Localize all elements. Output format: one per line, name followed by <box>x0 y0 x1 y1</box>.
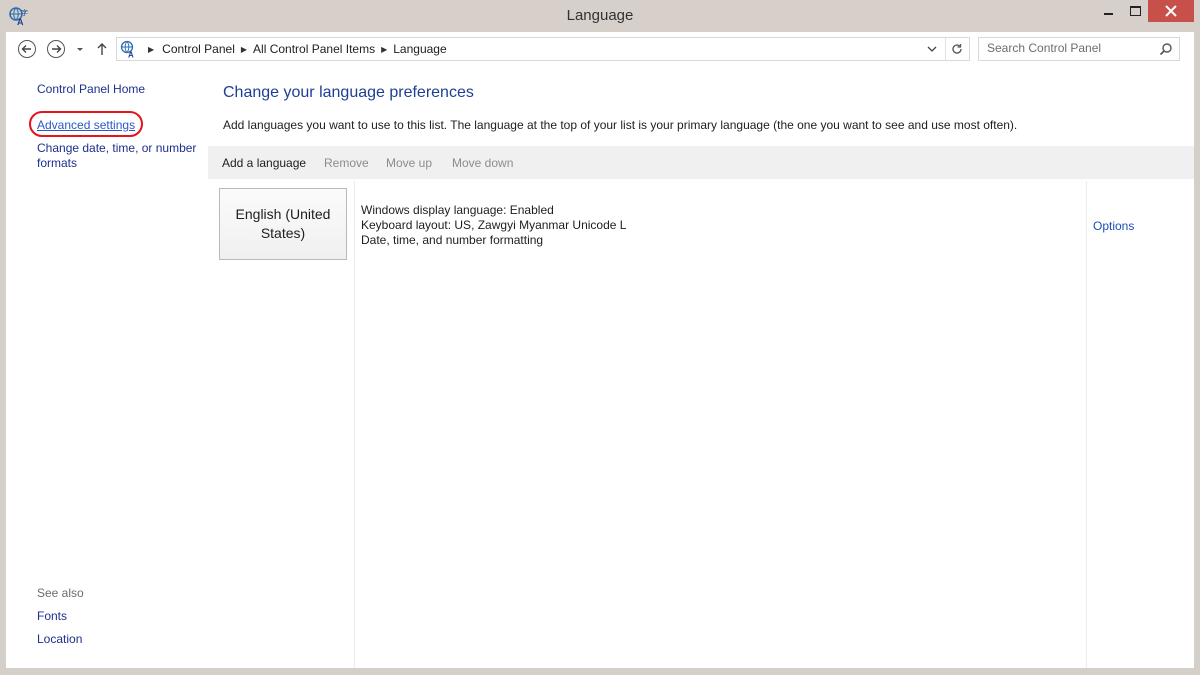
language-app-icon: A 字 <box>9 7 28 26</box>
main-content: Change your language preferences Add lan… <box>208 66 1194 668</box>
close-button[interactable] <box>1148 0 1194 22</box>
refresh-icon <box>952 44 962 54</box>
page-description: Add languages you want to use to this li… <box>223 118 1018 132</box>
forward-arrow-icon <box>47 40 65 58</box>
see-also-label: See also <box>37 586 84 600</box>
change-date-time-link[interactable]: Change date, time, or number formats <box>37 141 205 171</box>
language-name: English (United States) <box>236 205 331 243</box>
breadcrumb: ▶ Control Panel ▶ All Control Panel Item… <box>142 38 447 60</box>
svg-text:A: A <box>17 17 24 26</box>
breadcrumb-separator-icon[interactable]: ▶ <box>381 45 387 54</box>
back-button[interactable] <box>17 39 37 59</box>
navigation-bar: A ▶ Control Panel ▶ All Control Panel It… <box>6 32 1194 66</box>
display-language-status: Windows display language: Enabled <box>361 203 554 217</box>
address-bar[interactable]: A ▶ Control Panel ▶ All Control Panel It… <box>116 37 970 61</box>
column-divider <box>1086 181 1087 668</box>
advanced-settings-link[interactable]: Advanced settings <box>37 118 135 133</box>
language-tile-english[interactable]: English (United States) <box>219 188 347 260</box>
up-arrow-icon <box>97 43 107 55</box>
search-input[interactable] <box>979 38 1157 58</box>
language-toolbar: Add a language Remove Move up Move down <box>208 146 1194 179</box>
forward-button[interactable] <box>46 39 66 59</box>
control-panel-window: A ▶ Control Panel ▶ All Control Panel It… <box>6 32 1194 668</box>
location-link[interactable]: Location <box>37 632 82 647</box>
breadcrumb-language[interactable]: Language <box>393 42 446 56</box>
sidebar: Control Panel Home Advanced settings Cha… <box>6 66 206 668</box>
language-details: Windows display language: Enabled Keyboa… <box>361 203 626 248</box>
breadcrumb-control-panel[interactable]: Control Panel <box>162 42 235 56</box>
fonts-link[interactable]: Fonts <box>37 609 67 624</box>
language-name-line2: States) <box>260 225 306 241</box>
address-history-button[interactable] <box>923 38 941 60</box>
add-language-button[interactable]: Add a language <box>222 156 306 170</box>
minimize-icon <box>1104 13 1113 15</box>
close-icon <box>1165 5 1177 17</box>
maximize-button[interactable] <box>1122 0 1148 22</box>
language-name-line1: English (United <box>235 206 331 222</box>
search-box[interactable] <box>978 37 1180 61</box>
breadcrumb-all-items[interactable]: All Control Panel Items <box>253 42 375 56</box>
chevron-down-icon <box>927 46 937 52</box>
recent-locations-button[interactable] <box>74 39 86 59</box>
column-divider <box>354 181 355 668</box>
language-location-icon: A <box>120 40 134 59</box>
back-arrow-icon <box>18 40 36 58</box>
move-down-button[interactable]: Move down <box>452 156 513 170</box>
options-link[interactable]: Options <box>1093 219 1134 233</box>
minimize-button[interactable] <box>1096 0 1122 22</box>
up-button[interactable] <box>94 39 110 59</box>
maximize-icon <box>1129 6 1141 16</box>
svg-text:A: A <box>128 51 134 59</box>
formatting-status: Date, time, and number formatting <box>361 233 544 247</box>
chevron-down-icon <box>77 48 83 51</box>
remove-button[interactable]: Remove <box>324 156 369 170</box>
svg-text:字: 字 <box>21 8 28 17</box>
refresh-button[interactable] <box>945 38 968 60</box>
page-title: Change your language preferences <box>223 84 474 101</box>
keyboard-layout-status: Keyboard layout: US, Zawgyi Myanmar Unic… <box>361 218 627 232</box>
control-panel-home-link[interactable]: Control Panel Home <box>37 82 145 97</box>
breadcrumb-separator-icon[interactable]: ▶ <box>148 45 154 54</box>
search-icon[interactable] <box>1159 42 1173 56</box>
move-up-button[interactable]: Move up <box>386 156 432 170</box>
title-bar: A 字 Language <box>0 0 1200 32</box>
breadcrumb-separator-icon[interactable]: ▶ <box>241 45 247 54</box>
window-title: Language <box>566 7 634 24</box>
